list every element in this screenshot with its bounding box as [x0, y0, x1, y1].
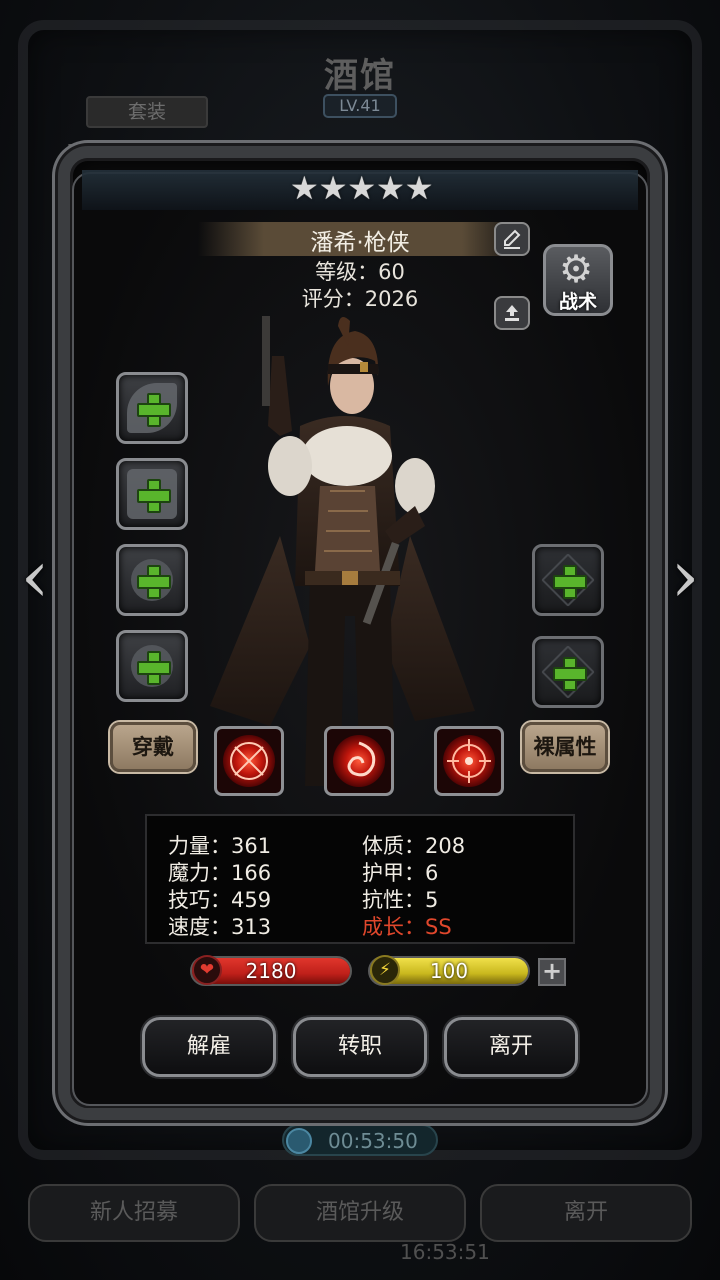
heart-icon: ❤ — [192, 955, 222, 985]
tavern-upgrade-button: 酒馆升级 — [254, 1184, 466, 1242]
stat-constitution: 体质：208 — [362, 834, 466, 858]
star-icon: ★ — [290, 169, 319, 207]
add-icon — [137, 565, 171, 599]
chevron-right-icon[interactable]: › — [660, 536, 710, 616]
armor-slot[interactable] — [116, 458, 188, 530]
target-icon — [447, 739, 491, 783]
stat-armor: 护甲：6 — [362, 861, 439, 885]
upload-icon — [505, 305, 519, 321]
stat-magic: 魔力：166 — [168, 861, 272, 885]
add-icon — [137, 393, 171, 427]
skill-2[interactable] — [324, 726, 394, 796]
lightning-icon: ⚡ — [370, 955, 400, 985]
transfer-class-button[interactable]: 转职 — [293, 1017, 427, 1077]
system-clock: 16:53:51 — [400, 1240, 490, 1264]
suit-tab: 套装 — [86, 96, 208, 128]
tactics-button[interactable]: ⚙ 战术 — [543, 244, 613, 316]
add-icon — [137, 651, 171, 685]
rename-button[interactable] — [494, 222, 530, 256]
add-icon — [553, 565, 587, 599]
accessory-slot-2[interactable] — [116, 630, 188, 702]
leave-button[interactable]: 离开 — [444, 1017, 578, 1077]
rune-slot-1[interactable] — [532, 544, 604, 616]
rune-slot-2[interactable] — [532, 636, 604, 708]
equip-button[interactable]: 穿戴 — [110, 722, 196, 772]
hero-level: 等级：60 — [315, 260, 405, 284]
swirl-icon — [347, 741, 376, 777]
star-icon: ★ — [376, 169, 405, 207]
weapon-slot[interactable] — [116, 372, 188, 444]
skill-1[interactable] — [214, 726, 284, 796]
tavern-level-badge: LV.41 — [323, 94, 397, 118]
add-icon — [553, 657, 587, 691]
timer-text: 00:53:50 — [328, 1129, 418, 1153]
accessory-slot-1[interactable] — [116, 544, 188, 616]
clock-icon — [286, 1128, 312, 1154]
crosshair-icon — [230, 742, 268, 780]
tavern-title: 酒馆 — [324, 56, 396, 96]
star-icon: ★ — [347, 169, 377, 207]
tactics-label: 战术 — [558, 291, 597, 313]
hero-score: 评分：2026 — [301, 287, 419, 311]
base-attributes-button[interactable]: 裸属性 — [522, 722, 608, 772]
star-icon: ★ — [404, 169, 434, 207]
star-icon: ★ — [318, 169, 348, 207]
skill-3[interactable] — [434, 726, 504, 796]
add-energy-button[interactable]: + — [538, 958, 566, 986]
recruit-button: 新人招募 — [28, 1184, 240, 1242]
stat-strength: 力量：361 — [168, 834, 272, 858]
tavern-leave-button: 离开 — [480, 1184, 692, 1242]
add-icon — [137, 479, 171, 513]
stat-resistance: 抗性：5 — [362, 888, 439, 912]
stat-speed: 速度：313 — [168, 915, 272, 939]
tavern-timer: 00:53:50 — [282, 1124, 438, 1156]
stat-growth: 成长：SS — [362, 915, 452, 939]
dismiss-button[interactable]: 解雇 — [142, 1017, 276, 1077]
hero-name: 潘希·枪侠 — [310, 230, 410, 256]
stat-skill: 技巧：459 — [168, 888, 272, 912]
chevron-left-icon[interactable]: ‹ — [10, 536, 60, 616]
gear-icon: ⚙ — [559, 247, 594, 291]
pencil-icon — [504, 229, 521, 249]
hero-portrait — [210, 316, 475, 786]
share-button[interactable] — [494, 296, 530, 330]
star-rating: ★ ★ ★ ★ ★ — [290, 169, 433, 207]
